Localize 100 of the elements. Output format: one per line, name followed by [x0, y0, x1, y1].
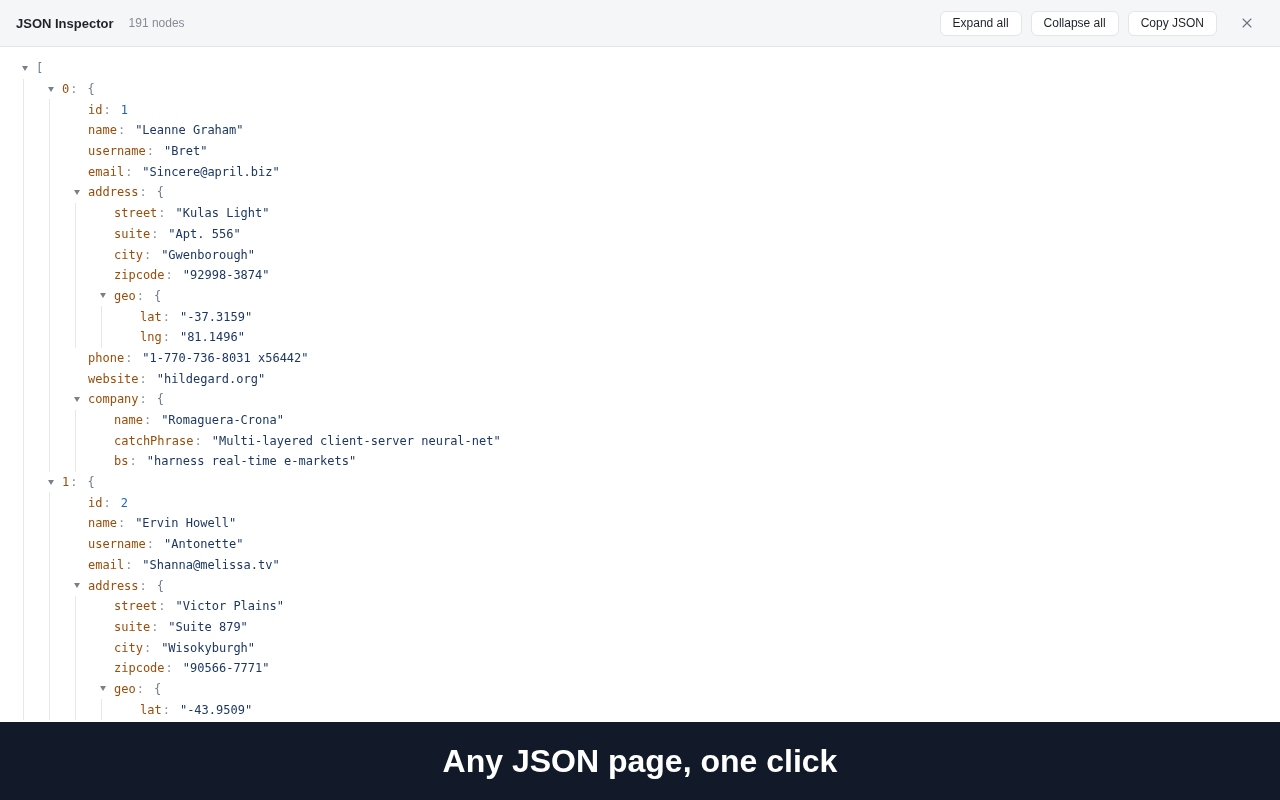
- property-key: bs: [114, 454, 129, 469]
- node-count: 191 nodes: [128, 16, 185, 30]
- key-separator: :: [125, 350, 133, 365]
- string-value: "Antonette": [164, 537, 244, 552]
- string-value: "81.1496": [179, 330, 245, 345]
- string-value: "Shanna@melissa.tv": [142, 557, 280, 572]
- key-separator: :: [103, 102, 111, 117]
- caret-icon[interactable]: [74, 583, 80, 589]
- open-bracket: {: [156, 185, 165, 200]
- property-key: name: [114, 413, 143, 428]
- string-value: "Romaguera-Crona": [161, 413, 284, 428]
- key-separator: :: [139, 371, 147, 386]
- property-key: company: [88, 392, 139, 407]
- string-value: "90566-7771": [182, 661, 270, 676]
- string-value: "Suite 879": [168, 619, 248, 634]
- string-value: "92998-3874": [182, 268, 270, 283]
- key-separator: :: [136, 681, 144, 696]
- key-separator: :: [139, 578, 147, 593]
- open-bracket: {: [87, 82, 95, 97]
- property-key: zipcode: [114, 661, 165, 676]
- caret-icon[interactable]: [22, 65, 28, 71]
- property-key: name: [88, 123, 117, 138]
- key-separator: :: [165, 661, 173, 676]
- string-value: "-37.3159": [179, 309, 253, 324]
- property-key: name: [88, 516, 117, 531]
- open-bracket: {: [87, 475, 95, 490]
- property-key: geo: [114, 681, 136, 696]
- app-title: JSON Inspector: [16, 15, 114, 31]
- key-separator: :: [194, 433, 202, 448]
- property-key: email: [88, 557, 125, 572]
- open-bracket: {: [153, 681, 162, 696]
- property-key: website: [88, 371, 139, 386]
- caption-text: Any JSON page, one click: [442, 742, 838, 780]
- string-value: "hildegard.org": [156, 371, 266, 386]
- property-key: phone: [88, 350, 125, 365]
- string-value: "Kulas Light": [175, 206, 270, 221]
- property-key: geo: [114, 288, 136, 303]
- string-value: "Apt. 556": [168, 226, 241, 241]
- string-value: "Ervin Howell": [135, 516, 237, 531]
- key-separator: :: [70, 82, 78, 97]
- property-key: city: [114, 247, 143, 262]
- caret-icon[interactable]: [48, 479, 54, 485]
- key-separator: :: [143, 413, 152, 428]
- key-separator: :: [165, 268, 173, 283]
- key-separator: :: [146, 144, 155, 159]
- property-key: id: [88, 102, 103, 117]
- property-key: username: [88, 144, 146, 159]
- key-separator: :: [136, 288, 144, 303]
- property-key: address: [88, 185, 139, 200]
- key-separator: :: [162, 702, 170, 717]
- property-key: city: [114, 640, 143, 655]
- key-separator: :: [125, 557, 133, 572]
- key-separator: :: [151, 619, 159, 634]
- property-key: catchPhrase: [114, 433, 194, 448]
- key-separator: :: [143, 247, 152, 262]
- toolbar-button[interactable]: Copy JSON: [1127, 10, 1217, 36]
- string-value: "Bret": [164, 144, 208, 159]
- key-separator: :: [139, 392, 147, 407]
- string-value: "Victor Plains": [175, 599, 284, 614]
- key-separator: :: [162, 330, 170, 345]
- key-separator: :: [158, 206, 166, 221]
- caret-icon[interactable]: [100, 293, 106, 299]
- caret-icon[interactable]: [74, 189, 80, 195]
- property-key: username: [88, 537, 146, 552]
- string-value: "Wisokyburgh": [161, 640, 256, 655]
- caret-icon[interactable]: [100, 686, 106, 692]
- property-key: 1: [62, 475, 70, 490]
- caret-icon[interactable]: [74, 396, 80, 402]
- string-value: "Gwenborough": [161, 247, 256, 262]
- property-key: lat: [140, 309, 162, 324]
- open-bracket: {: [156, 578, 165, 593]
- string-value: "Leanne Graham": [135, 123, 244, 138]
- key-separator: :: [151, 226, 159, 241]
- key-separator: :: [158, 599, 166, 614]
- caret-icon[interactable]: [48, 86, 54, 92]
- property-key: suite: [114, 226, 151, 241]
- string-value: "Sincere@april.biz": [142, 164, 280, 179]
- string-value: "-43.9509": [179, 702, 253, 717]
- number-value: 2: [120, 495, 128, 510]
- property-key: street: [114, 599, 158, 614]
- number-value: 1: [120, 102, 128, 117]
- key-separator: :: [125, 164, 133, 179]
- key-separator: :: [70, 475, 78, 490]
- property-key: lng: [140, 330, 162, 345]
- key-separator: :: [143, 640, 152, 655]
- key-separator: :: [162, 309, 170, 324]
- open-bracket: [: [36, 61, 44, 76]
- property-key: address: [88, 578, 139, 593]
- property-key: lat: [140, 702, 162, 717]
- property-key: suite: [114, 619, 151, 634]
- property-key: zipcode: [114, 268, 165, 283]
- string-value: "harness real-time e-markets": [146, 454, 357, 469]
- key-separator: :: [129, 454, 137, 469]
- toolbar-button[interactable]: Collapse all: [1030, 10, 1119, 36]
- open-bracket: {: [153, 288, 162, 303]
- open-bracket: {: [156, 392, 165, 407]
- string-value: "1-770-736-8031 x56442": [142, 350, 309, 365]
- property-key: 0: [62, 82, 70, 97]
- property-key: street: [114, 206, 158, 221]
- toolbar-button[interactable]: Expand all: [939, 10, 1022, 36]
